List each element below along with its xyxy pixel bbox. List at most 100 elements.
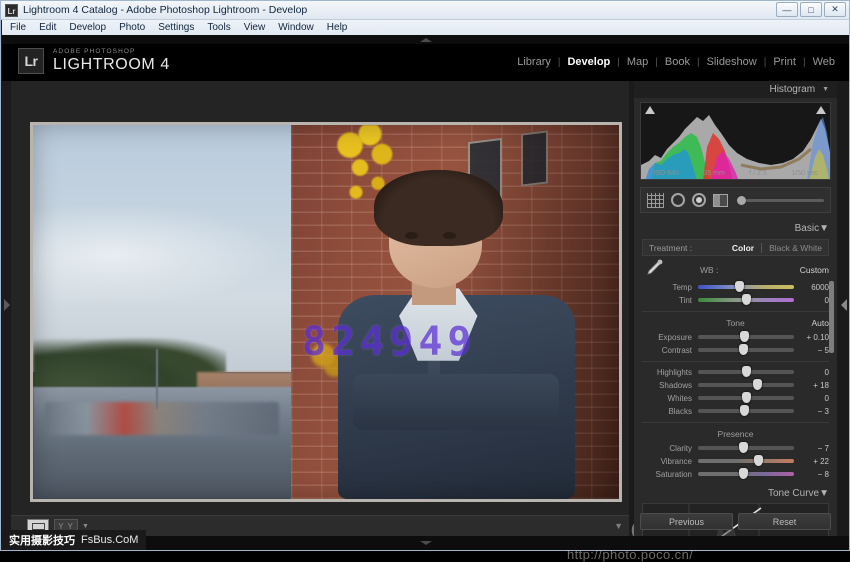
module-library[interactable]: Library bbox=[517, 56, 551, 68]
module-slideshow[interactable]: Slideshow bbox=[707, 56, 757, 68]
slider-blacks[interactable]: Blacks − 3 bbox=[642, 405, 829, 417]
whites-track[interactable] bbox=[698, 396, 794, 400]
module-map[interactable]: Map bbox=[627, 56, 648, 68]
right-panel-expand-arrow-icon[interactable] bbox=[841, 299, 847, 311]
module-book[interactable]: Book bbox=[665, 56, 690, 68]
crop-overlay-icon[interactable] bbox=[647, 193, 664, 208]
photo-image[interactable] bbox=[33, 125, 619, 499]
right-panel: Histogram ▼ bbox=[634, 81, 837, 536]
saturation-knob[interactable] bbox=[739, 468, 748, 479]
photo-eye-left bbox=[405, 232, 418, 239]
chevron-down-icon[interactable]: ▼ bbox=[819, 223, 829, 234]
treatment-color-option[interactable]: Color bbox=[732, 243, 754, 253]
exposure-label: Exposure bbox=[642, 333, 698, 342]
tint-track[interactable] bbox=[698, 298, 794, 302]
top-panel-collapse-bar[interactable] bbox=[2, 35, 849, 44]
toolbar-caret-right[interactable]: ▼ bbox=[614, 521, 623, 531]
tone-section-header: Tone Auto bbox=[642, 316, 829, 329]
highlight-clipping-icon[interactable] bbox=[816, 106, 826, 114]
slider-whites[interactable]: Whites 0 bbox=[642, 392, 829, 404]
exposure-track[interactable] bbox=[698, 335, 794, 339]
tone-curve-panel-header[interactable]: Tone Curve ▼ bbox=[640, 486, 831, 501]
lightroom-window: Lr Lightroom 4 Catalog - Adobe Photoshop… bbox=[0, 0, 850, 551]
menu-tools[interactable]: Tools bbox=[207, 22, 230, 33]
blacks-track[interactable] bbox=[698, 409, 794, 413]
red-eye-icon[interactable] bbox=[692, 193, 706, 207]
brush-slider-track[interactable] bbox=[746, 199, 824, 202]
contrast-track[interactable] bbox=[698, 348, 794, 352]
module-web[interactable]: Web bbox=[813, 56, 835, 68]
adjustment-brush-icon[interactable] bbox=[737, 196, 824, 205]
vibrance-track[interactable] bbox=[698, 459, 794, 463]
clarity-value: − 7 bbox=[794, 444, 829, 453]
tint-knob[interactable] bbox=[742, 294, 751, 305]
menubar: File Edit Develop Photo Settings Tools V… bbox=[2, 20, 849, 35]
menu-view[interactable]: View bbox=[244, 22, 266, 33]
histogram-panel-header[interactable]: Histogram ▼ bbox=[634, 81, 837, 98]
slider-highlights[interactable]: Highlights 0 bbox=[642, 366, 829, 378]
presence-title: Presence bbox=[718, 429, 754, 439]
maximize-button[interactable]: □ bbox=[800, 2, 822, 17]
wb-value[interactable]: Custom bbox=[800, 265, 829, 275]
shadows-track[interactable] bbox=[698, 383, 794, 387]
basic-panel-header[interactable]: Basic ▼ bbox=[640, 221, 831, 236]
app-icon: Lr bbox=[5, 4, 18, 17]
temp-track[interactable] bbox=[698, 285, 794, 289]
contrast-knob[interactable] bbox=[739, 344, 748, 355]
vibrance-knob[interactable] bbox=[754, 455, 763, 466]
menu-settings[interactable]: Settings bbox=[158, 22, 194, 33]
slider-vibrance[interactable]: Vibrance + 22 bbox=[642, 455, 829, 467]
fsbus-watermark-en: FsBus.CoM bbox=[81, 534, 138, 546]
close-button[interactable]: ✕ bbox=[824, 2, 846, 17]
previous-button[interactable]: Previous bbox=[640, 513, 733, 530]
chevron-down-icon[interactable]: ▼ bbox=[82, 523, 89, 530]
slider-tint[interactable]: Tint 0 bbox=[642, 294, 829, 306]
slider-saturation[interactable]: Saturation − 8 bbox=[642, 468, 829, 480]
treatment-bw-option[interactable]: Black & White bbox=[761, 243, 822, 253]
chevron-down-icon[interactable]: ▼ bbox=[822, 86, 829, 93]
highlights-track[interactable] bbox=[698, 370, 794, 374]
clarity-knob[interactable] bbox=[739, 442, 748, 453]
clarity-track[interactable] bbox=[698, 446, 794, 450]
exposure-knob[interactable] bbox=[740, 331, 749, 342]
menu-develop[interactable]: Develop bbox=[69, 22, 106, 33]
left-panel-expand-arrow-icon[interactable] bbox=[4, 299, 10, 311]
histogram-graph[interactable]: ISO 640 35 mm f / 2.5 1/50 sec bbox=[640, 102, 831, 180]
module-print[interactable]: Print bbox=[773, 56, 796, 68]
white-balance-eyedropper-icon[interactable] bbox=[642, 258, 664, 278]
module-develop[interactable]: Develop bbox=[567, 56, 610, 68]
module-separator: | bbox=[764, 57, 767, 68]
auto-tone-button[interactable]: Auto bbox=[812, 318, 830, 328]
exif-readout: ISO 640 35 mm f / 2.5 1/50 sec bbox=[641, 170, 830, 177]
menu-help[interactable]: Help bbox=[327, 22, 348, 33]
saturation-track[interactable] bbox=[698, 472, 794, 476]
whites-knob[interactable] bbox=[742, 392, 751, 403]
minimize-button[interactable]: — bbox=[776, 2, 798, 17]
shadows-knob[interactable] bbox=[753, 379, 762, 390]
menu-window[interactable]: Window bbox=[278, 22, 314, 33]
right-panel-scrollbar[interactable] bbox=[829, 281, 834, 353]
slider-exposure[interactable]: Exposure + 0.10 bbox=[642, 331, 829, 343]
lightroom-logo-icon: Lr bbox=[18, 48, 44, 74]
graduated-filter-icon[interactable] bbox=[713, 194, 728, 207]
shadow-clipping-icon[interactable] bbox=[645, 106, 655, 114]
slider-shadows[interactable]: Shadows + 18 bbox=[642, 379, 829, 391]
identity-plate[interactable]: Lr ADOBE PHOTOSHOP LIGHTROOM 4 bbox=[18, 48, 170, 74]
blacks-value: − 3 bbox=[794, 407, 829, 416]
contrast-label: Contrast bbox=[642, 346, 698, 355]
spot-removal-icon[interactable] bbox=[671, 193, 685, 207]
fsbus-watermark-cn: 实用摄影技巧 bbox=[9, 532, 75, 548]
menu-photo[interactable]: Photo bbox=[119, 22, 145, 33]
blacks-knob[interactable] bbox=[740, 405, 749, 416]
slider-clarity[interactable]: Clarity − 7 bbox=[642, 442, 829, 454]
highlights-knob[interactable] bbox=[742, 366, 751, 377]
slider-temp[interactable]: Temp 6000 bbox=[642, 281, 829, 293]
menu-file[interactable]: File bbox=[10, 22, 26, 33]
menu-edit[interactable]: Edit bbox=[39, 22, 56, 33]
reset-button[interactable]: Reset bbox=[738, 513, 831, 530]
chevron-down-icon[interactable]: ▼ bbox=[819, 488, 829, 499]
module-separator: | bbox=[697, 57, 700, 68]
temp-knob[interactable] bbox=[735, 281, 744, 292]
blacks-label: Blacks bbox=[642, 407, 698, 416]
slider-contrast[interactable]: Contrast − 5 bbox=[642, 344, 829, 356]
